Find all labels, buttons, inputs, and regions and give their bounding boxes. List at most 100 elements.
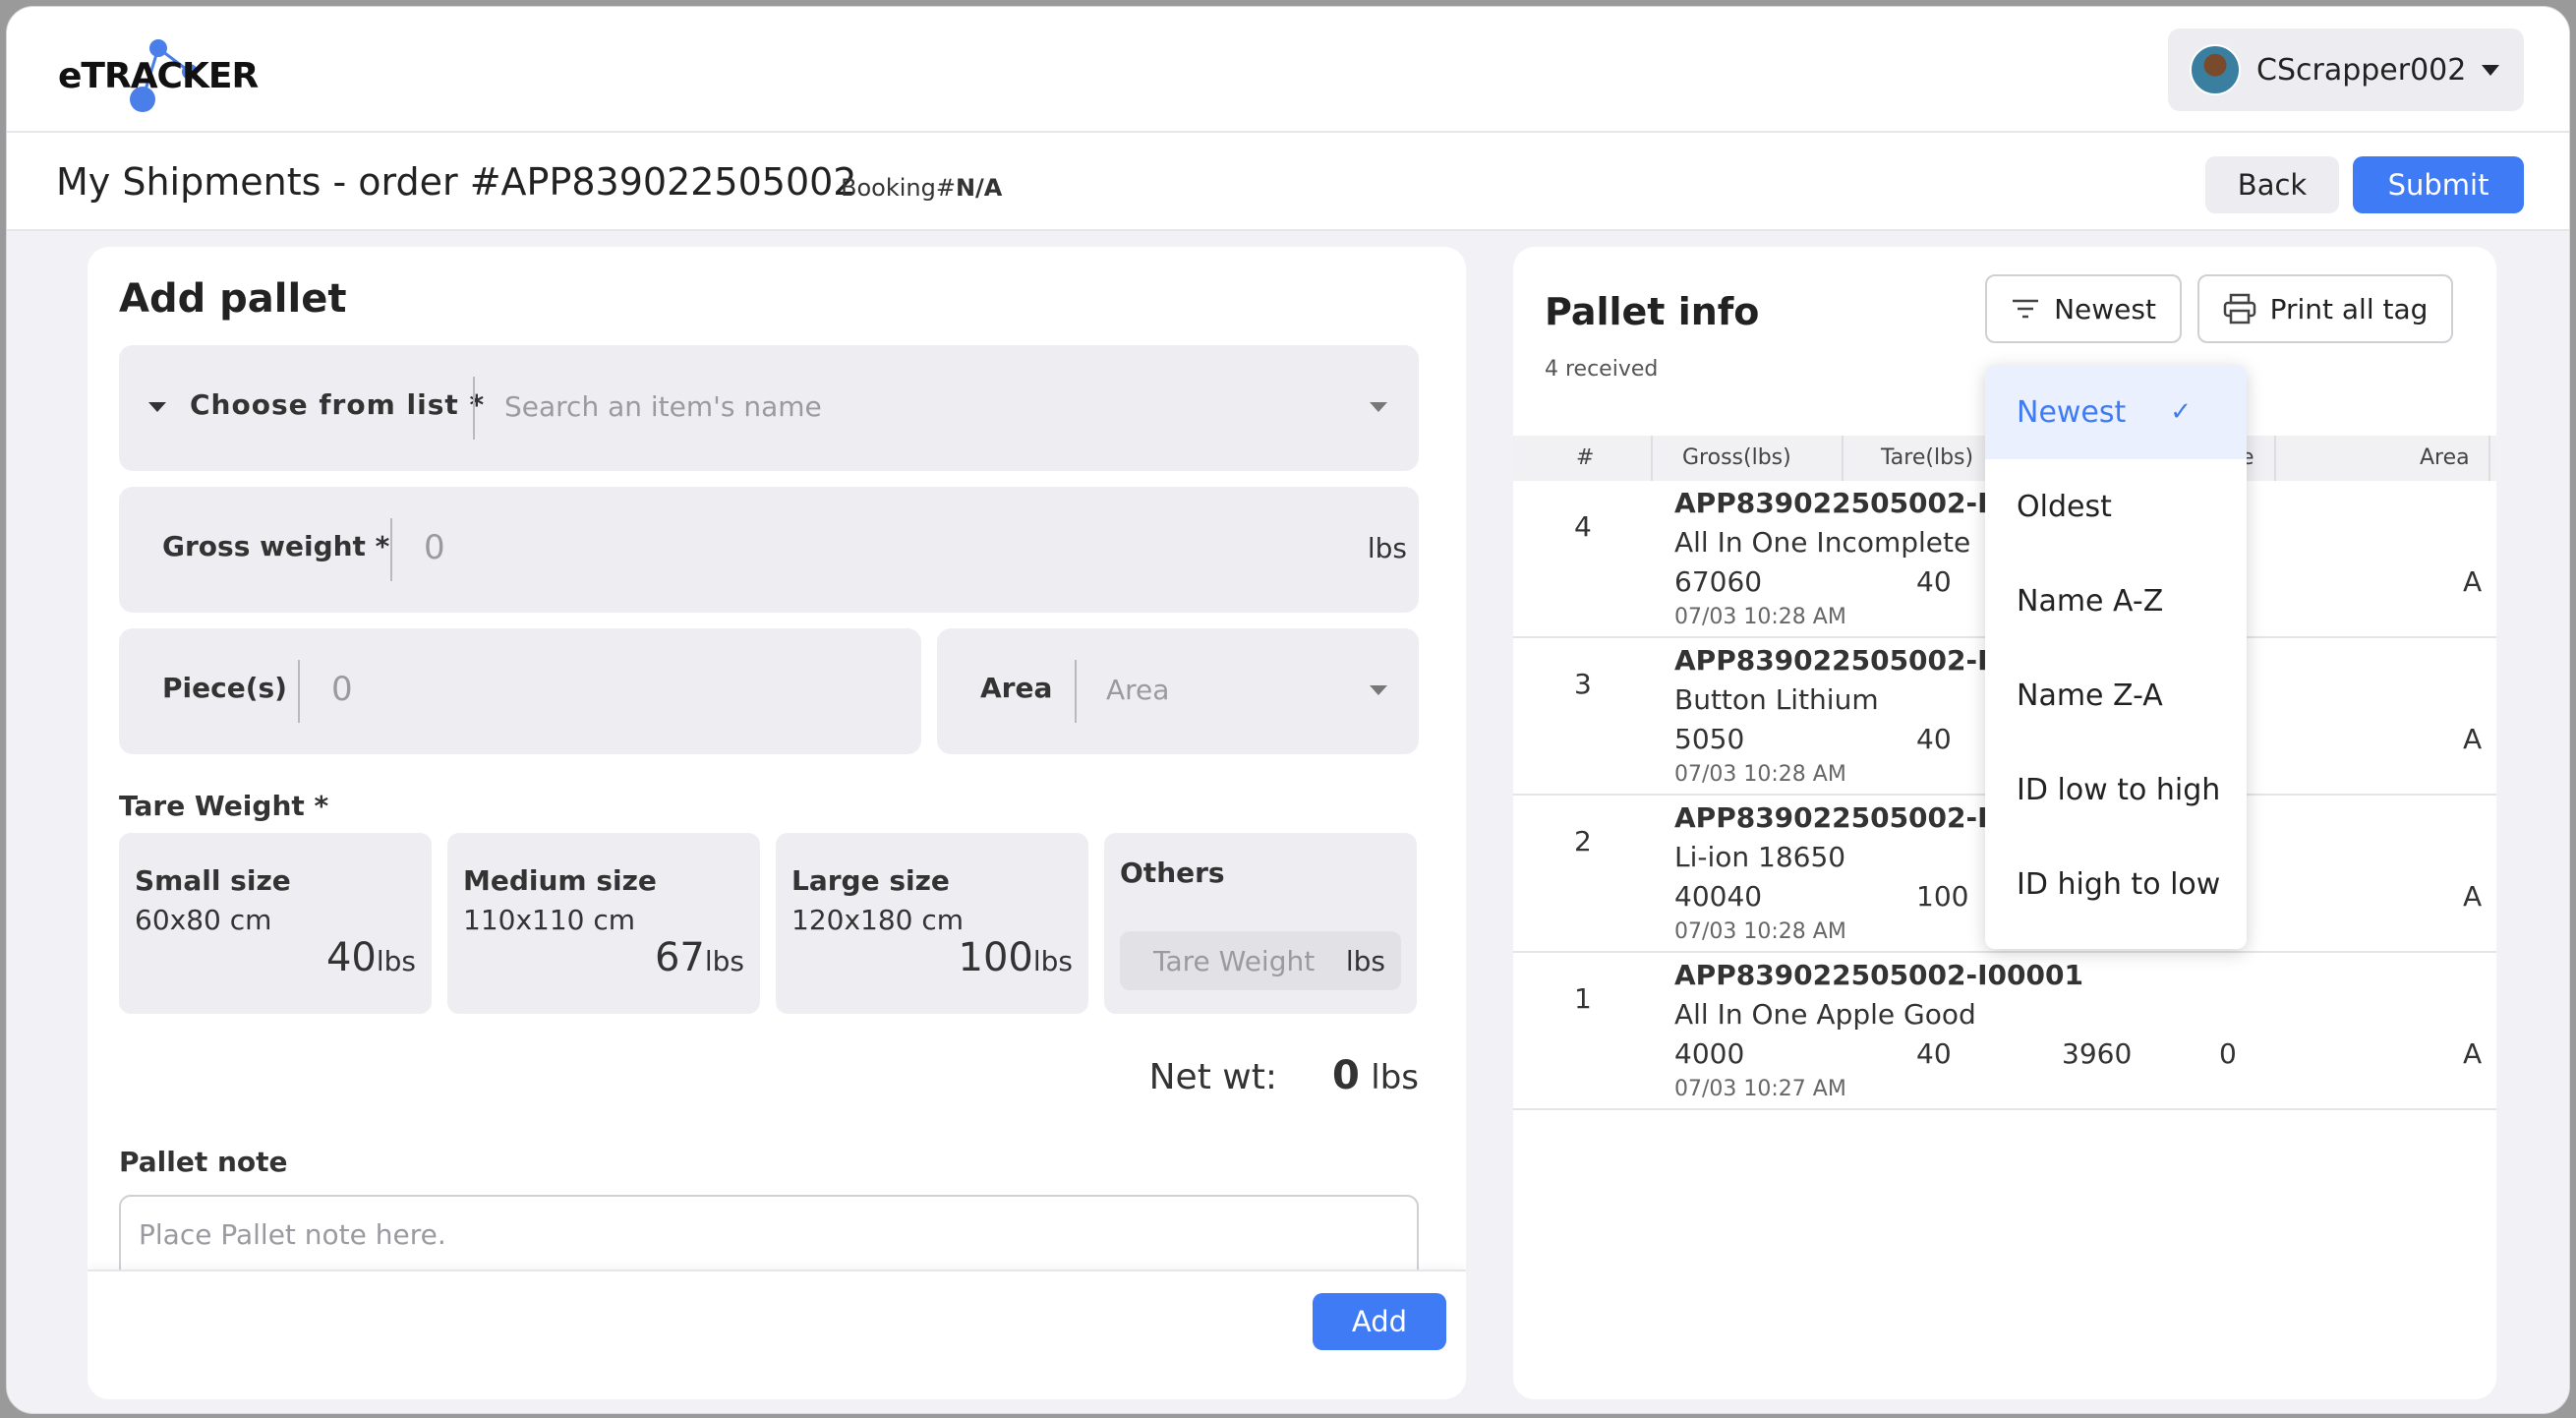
- page-header: My Shipments - order #APP839022505002 Bo…: [7, 133, 2569, 231]
- print-all-tag-button[interactable]: Print all tag: [2197, 274, 2453, 343]
- row-number: 4: [1574, 510, 1592, 543]
- col-area: Area: [2420, 445, 2470, 470]
- pieces-label: Piece(s): [162, 672, 287, 704]
- row-tare: 40: [1916, 565, 1952, 598]
- sort-option-oldest[interactable]: Oldest: [1985, 459, 2247, 554]
- gross-weight-input[interactable]: 0: [424, 528, 445, 567]
- row-name: Button Lithium: [1674, 683, 1879, 716]
- pieces-field[interactable]: Piece(s) 0: [119, 628, 921, 754]
- tare-weight-input[interactable]: Tare Weight lbs: [1120, 931, 1401, 990]
- filter-icon: [2013, 299, 2039, 319]
- area-select-field[interactable]: Area Area: [937, 628, 1419, 754]
- row-gross: 40040: [1674, 880, 1763, 913]
- row-id: APP839022505002-I00: [1674, 801, 2026, 834]
- row-gross: 5050: [1674, 723, 1745, 755]
- gross-weight-field[interactable]: Gross weight * 0 lbs: [119, 487, 1419, 613]
- back-button[interactable]: Back: [2205, 156, 2339, 213]
- tare-option-unit: lbs: [376, 945, 416, 977]
- add-pallet-footer: Add: [88, 1270, 1466, 1399]
- col-tare: Tare(lbs): [1881, 445, 1974, 470]
- row-time: 07/03 10:27 AM: [1674, 1077, 1846, 1101]
- sort-button[interactable]: Newest: [1985, 274, 2182, 343]
- row-pieces: 0: [2219, 1037, 2237, 1070]
- top-bar: eTRACKER CScrapper002: [7, 7, 2569, 133]
- tare-option-unit: lbs: [1032, 945, 1073, 977]
- tare-weight-unit: lbs: [1345, 945, 1385, 977]
- table-row[interactable]: 1 APP839022505002-I00001 All In One Appl…: [1513, 953, 2496, 1110]
- tare-option-number: 67: [654, 935, 705, 980]
- tare-option-number: 40: [325, 935, 377, 980]
- sort-option-label: ID low to high: [2017, 772, 2221, 807]
- others-label: Others: [1120, 857, 1225, 889]
- sort-option-label: Name Z-A: [2017, 678, 2163, 713]
- row-time: 07/03 10:28 AM: [1674, 919, 1846, 944]
- row-id: APP839022505002-I00: [1674, 487, 2026, 519]
- page-title: My Shipments - order #APP839022505002: [56, 160, 857, 204]
- pallet-note-label: Pallet note: [119, 1146, 288, 1178]
- net-weight-value: 0: [1331, 1053, 1360, 1098]
- chevron-down-icon[interactable]: [1370, 685, 1387, 695]
- print-all-tag-label: Print all tag: [2269, 292, 2429, 325]
- booking-label: Booking#: [841, 174, 956, 202]
- row-name: All In One Incomplete: [1674, 526, 1971, 559]
- row-id: APP839022505002-I00001: [1674, 959, 2083, 991]
- item-select-field[interactable]: Choose from list * Search an item's name: [119, 345, 1419, 471]
- gross-weight-unit: lbs: [1367, 532, 1407, 564]
- divider: [1075, 660, 1077, 723]
- sort-option-label: ID high to low: [2017, 866, 2221, 902]
- tare-option-large[interactable]: Large size 120x180 cm 100lbs: [776, 833, 1088, 1014]
- user-menu-button[interactable]: CScrapper002: [2168, 29, 2524, 111]
- row-number: 1: [1574, 982, 1592, 1015]
- tare-option-others: Others Tare Weight lbs: [1104, 833, 1417, 1014]
- row-area: A: [2463, 880, 2483, 913]
- sort-option-id-low-high[interactable]: ID low to high: [1985, 742, 2247, 837]
- received-count: 4 received: [1545, 357, 1659, 382]
- collapse-caret-icon[interactable]: [148, 402, 166, 412]
- submit-button[interactable]: Submit: [2353, 156, 2524, 213]
- divider: [390, 518, 392, 581]
- col-number: #: [1576, 445, 1595, 470]
- area-select[interactable]: Area: [1106, 674, 1169, 706]
- caret-down-icon: [2482, 64, 2500, 76]
- chevron-down-icon[interactable]: [1370, 402, 1387, 412]
- row-id: APP839022505002-I00: [1674, 644, 2026, 677]
- tare-option-value: 100lbs: [959, 935, 1074, 980]
- tare-option-medium[interactable]: Medium size 110x110 cm 67lbs: [447, 833, 760, 1014]
- row-area: A: [2463, 723, 2483, 755]
- add-button[interactable]: Add: [1313, 1293, 1446, 1350]
- choose-from-list-label: Choose from list *: [190, 388, 486, 421]
- row-number: 3: [1574, 668, 1592, 700]
- printer-icon: [2223, 293, 2255, 325]
- sort-option-label: Newest: [2017, 394, 2127, 430]
- sort-option-newest[interactable]: Newest ✓: [1985, 365, 2247, 459]
- add-pallet-panel: Add pallet Choose from list * Search an …: [88, 247, 1466, 1399]
- tare-option-name: Medium size: [463, 864, 657, 897]
- sort-option-label: Name A-Z: [2017, 583, 2164, 619]
- divider: [298, 660, 300, 723]
- add-pallet-title: Add pallet: [119, 276, 347, 322]
- row-name: Li-ion 18650: [1674, 841, 1846, 873]
- sort-dropdown-menu: Newest ✓ Oldest Name A-Z Name Z-A ID low…: [1985, 365, 2247, 949]
- row-area: A: [2463, 565, 2483, 598]
- col-separator: [1842, 436, 1844, 481]
- sort-option-name-a-z[interactable]: Name A-Z: [1985, 554, 2247, 648]
- sort-option-id-high-low[interactable]: ID high to low: [1985, 837, 2247, 931]
- net-weight: Net wt: 0 lbs: [1149, 1053, 1419, 1098]
- pieces-input[interactable]: 0: [331, 670, 353, 709]
- logo[interactable]: eTRACKER: [58, 38, 264, 117]
- item-search-input[interactable]: Search an item's name: [504, 390, 822, 423]
- row-net: 3960: [2062, 1037, 2133, 1070]
- row-time: 07/03 10:28 AM: [1674, 605, 1846, 629]
- gross-weight-label: Gross weight *: [162, 530, 390, 562]
- logo-text: eTRACKER: [58, 56, 259, 96]
- row-area: A: [2463, 1037, 2483, 1070]
- tare-option-dims: 120x180 cm: [791, 904, 965, 936]
- sort-label: Newest: [2054, 292, 2156, 325]
- col-separator: [2274, 436, 2276, 481]
- avatar: [2190, 44, 2241, 95]
- sort-option-name-z-a[interactable]: Name Z-A: [1985, 648, 2247, 742]
- pallet-info-title: Pallet info: [1545, 290, 1760, 333]
- tare-option-value: 67lbs: [655, 935, 744, 980]
- col-separator: [1651, 436, 1653, 481]
- tare-option-small[interactable]: Small size 60x80 cm 40lbs: [119, 833, 432, 1014]
